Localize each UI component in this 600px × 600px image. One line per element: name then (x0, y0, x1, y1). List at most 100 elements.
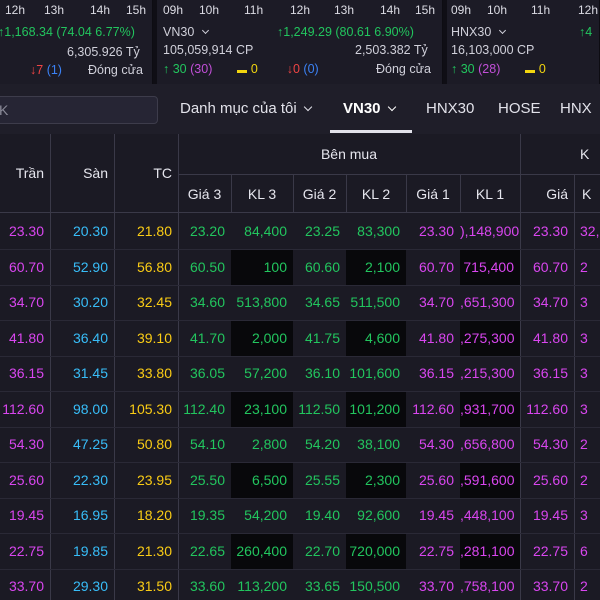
chevron-down-icon (303, 102, 312, 112)
cell-san: 47.25 (72, 436, 108, 452)
column-divider (231, 175, 232, 212)
chevron-down-icon (387, 102, 396, 112)
cell-san: 52.90 (72, 258, 108, 275)
cell-san: 22.30 (72, 471, 108, 488)
cell-gia1: 54.30 (418, 436, 454, 452)
time-label: 14h (380, 3, 401, 17)
table-row[interactable]: 22.75 19.85 21.30 22.65 260,400 22.70 720,000 2… (0, 533, 600, 570)
tab-hnx[interactable]: HNX (560, 100, 592, 117)
cell-kl1: ,281,100 (460, 533, 520, 569)
time-label: 10h (199, 3, 220, 17)
cell-kl3: 23,100 (231, 391, 293, 427)
header-san[interactable]: Sàn (50, 134, 114, 212)
cell-san: 19.85 (72, 542, 108, 559)
active-tab-indicator (330, 130, 412, 133)
header-divider (178, 174, 600, 175)
index-cards: 12h 13h 14h 15h ↑1,168.34 (74.04 6.77%) … (0, 0, 600, 84)
cell-tc: 105.30 (129, 400, 172, 417)
tab-watchlist[interactable]: Danh mục của tôi (180, 100, 312, 117)
cell-tc: 56.80 (136, 258, 172, 275)
table-row[interactable]: 34.70 30.20 32.45 34.60 513,800 34.65 511,500 3… (0, 285, 600, 321)
cell-gia2: 54.20 (304, 436, 340, 452)
cell-gia3: 25.50 (189, 471, 225, 488)
header-kl2[interactable]: KL 2 (346, 175, 406, 212)
cell-tran: 33.70 (8, 578, 44, 594)
header-gia2[interactable]: Giá 2 (293, 175, 346, 212)
cell-kl3: 100 (231, 249, 293, 285)
table-row[interactable]: 60.70 52.90 56.80 60.50 100 60.60 2,100 60.70 71… (0, 249, 600, 286)
table-row[interactable]: 23.30 20.30 21.80 23.20 84,400 23.25 83,300 23.… (0, 214, 600, 250)
cell-gia2: 41.75 (304, 329, 340, 346)
index-name[interactable]: HNX30 (451, 25, 506, 42)
cell-tran: 60.70 (8, 258, 44, 275)
cell-kl2: 2,300 (346, 462, 406, 498)
table-row[interactable]: 54.30 47.25 50.80 54.10 2,800 54.20 38,100 54.3… (0, 427, 600, 463)
table-row[interactable]: 19.45 16.95 18.20 19.35 54,200 19.40 92,600 19.… (0, 498, 600, 534)
index-breadth: ↑ 30 (30) 0 ↓0 (0) (163, 62, 319, 76)
cell-kl2: 83,300 (357, 223, 400, 239)
cell-gia3: 34.60 (189, 294, 225, 310)
cell-kl2: 2,100 (346, 249, 406, 285)
table-row[interactable]: 36.15 31.45 33.80 36.05 57,200 36.10 101,600 36… (0, 356, 600, 392)
index-card-vnindex[interactable]: 12h 13h 14h 15h ↑1,168.34 (74.04 6.77%) … (0, 0, 153, 84)
cell-gia2: 34.65 (304, 294, 340, 310)
cell-gia2: 22.70 (304, 542, 340, 559)
cell-gia1: 60.70 (418, 258, 454, 275)
cell-gia3: 60.50 (189, 258, 225, 275)
chart-time-axis: 09h 10h 11h 12h (447, 3, 599, 17)
header-tc[interactable]: TC (114, 134, 178, 212)
cell-gia: 60.70 (532, 258, 568, 275)
cell-san: 30.20 (72, 294, 108, 310)
time-label: 11h (531, 3, 551, 17)
chevron-down-icon (201, 26, 209, 35)
time-label: 13h (334, 3, 355, 17)
tab-hnx30[interactable]: HNX30 (426, 100, 474, 117)
cell-kl3: 260,400 (231, 533, 293, 569)
cell-kl3: 113,200 (237, 578, 287, 594)
chart-time-axis: 12h 13h 14h 15h (0, 3, 152, 17)
table-row[interactable]: 33.70 29.30 31.50 33.60 113,200 33.65 150,500 3… (0, 569, 600, 600)
header-kl1[interactable]: KL 1 (460, 175, 520, 212)
cell-san: 36.40 (72, 329, 108, 346)
header-gia[interactable]: Giá (520, 175, 574, 212)
cell-kl2: 4,600 (346, 320, 406, 356)
cell-tc: 33.80 (136, 365, 172, 381)
index-breadth: ↓7 (1) (30, 63, 62, 77)
header-kl-next[interactable]: K (574, 175, 600, 212)
header-kl3[interactable]: KL 3 (231, 175, 293, 212)
search-input[interactable]: K (0, 96, 158, 124)
cell-kl2: 150,500 (349, 578, 400, 594)
column-divider (460, 175, 461, 212)
cell-kl-next: 2 (580, 258, 588, 275)
cell-kl1: ,215,300 (460, 365, 515, 381)
index-status: Đóng cửa (88, 63, 143, 77)
arrow-up-icon: ↑ (451, 62, 458, 76)
cell-gia1: 19.45 (418, 507, 454, 523)
time-label: 12h (578, 3, 599, 17)
index-card-vn30[interactable]: 09h 10h 11h 12h 13h 14h 15h VN30 ↑1,249.… (157, 0, 443, 84)
index-status: Đóng cửa (376, 62, 431, 76)
header-tran[interactable]: Trần (0, 134, 50, 212)
cell-gia3: 112.40 (183, 400, 225, 417)
cell-gia: 36.15 (532, 365, 568, 381)
cell-kl3: 84,400 (244, 223, 287, 239)
index-card-hnx30[interactable]: 09h 10h 11h 12h HNX30 ↑4 16,103,000 CP ↑… (447, 0, 600, 84)
table-row[interactable]: 41.80 36.40 39.10 41.70 2,000 41.75 4,600 41.80… (0, 320, 600, 357)
cell-tc: 21.80 (136, 223, 172, 239)
tab-hose[interactable]: HOSE (498, 100, 541, 117)
cell-san: 20.30 (72, 223, 108, 239)
tab-vn30[interactable]: VN30 (343, 100, 396, 117)
cell-kl-next: 32, (580, 223, 600, 239)
index-volume: 16,103,000 CP (451, 43, 535, 57)
table-row[interactable]: 112.60 98.00 105.30 112.40 23,100 112.50 101,2… (0, 391, 600, 428)
header-gia1[interactable]: Giá 1 (406, 175, 460, 212)
cell-gia: 33.70 (532, 578, 568, 594)
cell-gia3: 33.60 (189, 578, 225, 594)
cell-gia3: 22.65 (189, 542, 225, 559)
index-name[interactable]: VN30 (163, 25, 209, 42)
header-gia3[interactable]: Giá 3 (178, 175, 231, 212)
column-divider (346, 175, 347, 212)
time-label: 15h (415, 3, 436, 17)
cell-gia1: 33.70 (418, 578, 454, 594)
table-row[interactable]: 25.60 22.30 23.95 25.50 6,500 25.55 2,300 25.60… (0, 462, 600, 499)
